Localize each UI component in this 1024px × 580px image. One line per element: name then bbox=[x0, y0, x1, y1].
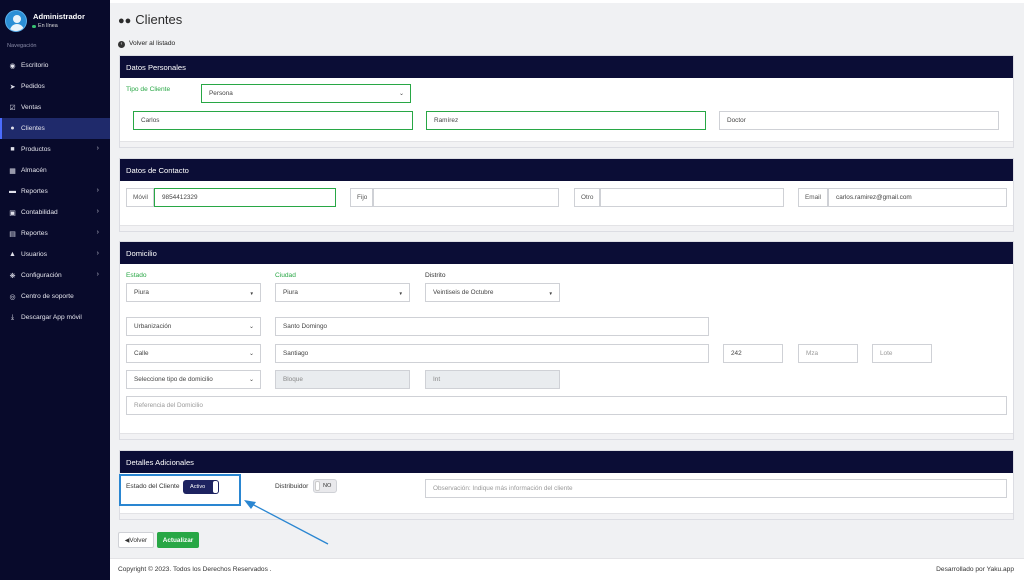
title-input[interactable]: Doctor bbox=[719, 111, 999, 130]
contact-data-header: Datos de Contacto bbox=[120, 159, 1013, 181]
personal-data-card: Datos Personales Tipo de Cliente Persona… bbox=[119, 55, 1014, 148]
paper-plane-icon: ➤ bbox=[9, 83, 16, 91]
user-name: Administrador bbox=[33, 12, 85, 21]
user-status: En línea bbox=[32, 23, 58, 29]
distributor-toggle[interactable]: NO bbox=[313, 479, 337, 493]
district-select[interactable]: Veintiseis de Octubre ▼ bbox=[425, 283, 560, 302]
annotation-highlight-box bbox=[119, 474, 241, 506]
chart-icon: ▤ bbox=[9, 230, 16, 238]
lot-input[interactable]: Lote bbox=[872, 344, 932, 363]
reference-input[interactable]: Referencia del Domicilio bbox=[126, 396, 1007, 415]
update-button[interactable]: Actualizar bbox=[157, 532, 199, 548]
sidebar-item-reportes[interactable]: ▤ Reportes › bbox=[0, 223, 110, 244]
mobile-label: Móvil bbox=[126, 188, 154, 207]
email-label: Email bbox=[798, 188, 828, 207]
box-icon: ■ bbox=[10, 146, 15, 153]
notes-input[interactable]: Observación: Indique más información del… bbox=[425, 479, 1007, 498]
client-type-label: Tipo de Cliente bbox=[126, 86, 171, 93]
sidebar-item-almacen[interactable]: ▦ Almacén bbox=[0, 160, 110, 181]
ledger-icon: ▣ bbox=[9, 209, 16, 217]
chevron-right-icon: › bbox=[96, 229, 99, 236]
chevron-down-icon: ⌄ bbox=[398, 91, 404, 97]
avatar bbox=[5, 10, 27, 32]
last-name-input[interactable]: Ramírez bbox=[426, 111, 706, 130]
street-name-input[interactable]: Santiago bbox=[275, 344, 709, 363]
caret-down-icon: ▼ bbox=[398, 291, 403, 296]
client-type-select[interactable]: Persona ⌄ bbox=[201, 84, 411, 103]
dashboard-icon: ◉ bbox=[9, 62, 16, 70]
warehouse-icon: ▦ bbox=[9, 167, 16, 175]
other-input[interactable] bbox=[600, 188, 784, 207]
credit-text: Desarrollado por Yaku.app bbox=[936, 566, 1014, 573]
sidebar-item-clientes[interactable]: ● Clientes bbox=[0, 118, 110, 139]
back-button[interactable]: ◀ Volver bbox=[118, 532, 154, 548]
chevron-down-icon: ⌄ bbox=[248, 324, 254, 330]
personal-data-header: Datos Personales bbox=[120, 56, 1013, 78]
building-input[interactable]: Bloque bbox=[275, 370, 410, 389]
caret-down-icon: ▼ bbox=[249, 291, 254, 296]
online-dot-icon bbox=[32, 24, 36, 28]
chevron-left-circle-icon: ‹ bbox=[118, 41, 125, 48]
chevron-right-icon: › bbox=[96, 187, 99, 194]
chevron-right-icon: › bbox=[96, 271, 99, 278]
sidebar-item-soporte[interactable]: ◎ Centro de soporte bbox=[0, 286, 110, 307]
mobile-input[interactable]: 9854412329 bbox=[154, 188, 336, 207]
email-input[interactable]: carlos.ramirez@gmail.com bbox=[828, 188, 1007, 207]
district-label: Distrito bbox=[425, 272, 446, 279]
block-input[interactable]: Mza bbox=[798, 344, 858, 363]
user-icon: ▲ bbox=[9, 251, 16, 258]
download-icon: ⤓ bbox=[10, 313, 15, 321]
home-type-select[interactable]: Seleccione tipo de domicilio ⌄ bbox=[126, 370, 261, 389]
truck-icon: ▬ bbox=[9, 188, 16, 195]
zone-name-input[interactable]: Santo Domingo bbox=[275, 317, 709, 336]
phone-label: Fijo bbox=[350, 188, 373, 207]
sidebar-item-configuracion[interactable]: ❋ Configuración › bbox=[0, 265, 110, 286]
zone-type-select[interactable]: Urbanización ⌄ bbox=[126, 317, 261, 336]
copyright-text: Copyright © 2023. Todos los Derechos Res… bbox=[118, 566, 272, 573]
top-bar bbox=[110, 0, 1024, 3]
street-number-input[interactable]: 242 bbox=[723, 344, 783, 363]
state-select[interactable]: Piura ▼ bbox=[126, 283, 261, 302]
sidebar-item-pedidos[interactable]: ➤ Pedidos bbox=[0, 76, 110, 97]
page-title: ●● Clientes bbox=[118, 12, 183, 27]
extra-details-card: Detalles Adicionales Estado del Cliente … bbox=[119, 450, 1014, 520]
chevron-down-icon: ⌄ bbox=[248, 377, 254, 383]
phone-input[interactable] bbox=[373, 188, 559, 207]
sidebar-item-reportes-envios[interactable]: ▬ Reportes › bbox=[0, 181, 110, 202]
interior-input[interactable]: Int bbox=[425, 370, 560, 389]
first-name-input[interactable]: Carlos bbox=[133, 111, 413, 130]
sidebar-item-productos[interactable]: ■ Productos › bbox=[0, 139, 110, 160]
lifebuoy-icon: ◎ bbox=[9, 293, 16, 301]
chevron-right-icon: › bbox=[96, 145, 99, 152]
address-header: Domicilio bbox=[120, 242, 1013, 264]
street-type-select[interactable]: Calle ⌄ bbox=[126, 344, 261, 363]
sidebar-item-escritorio[interactable]: ◉ Escritorio bbox=[0, 55, 110, 76]
extra-details-header: Detalles Adicionales bbox=[120, 451, 1013, 473]
chevron-right-icon: › bbox=[96, 208, 99, 215]
state-label: Estado bbox=[126, 272, 147, 279]
sidebar: Administrador En línea Navegación ◉ Escri… bbox=[0, 0, 110, 580]
chevron-right-icon: › bbox=[96, 250, 99, 257]
cogs-icon: ❋ bbox=[9, 272, 16, 280]
users-icon: ●● bbox=[118, 15, 132, 27]
sidebar-item-usuarios[interactable]: ▲ Usuarios › bbox=[0, 244, 110, 265]
sidebar-item-contabilidad[interactable]: ▣ Contabilidad › bbox=[0, 202, 110, 223]
users-icon: ● bbox=[10, 125, 15, 132]
other-label: Otro bbox=[574, 188, 600, 207]
back-to-list-link[interactable]: ‹ Volver al listado bbox=[118, 40, 175, 48]
contact-data-card: Datos de Contacto Móvil 9854412329 Fijo … bbox=[119, 158, 1014, 232]
sidebar-item-ventas[interactable]: ☑ Ventas bbox=[0, 97, 110, 118]
sidebar-item-descargar-app[interactable]: ⤓ Descargar App móvil bbox=[0, 307, 110, 328]
user-profile[interactable]: Administrador En línea bbox=[5, 10, 105, 34]
check-square-icon: ☑ bbox=[9, 104, 16, 112]
distributor-label: Distribuidor bbox=[275, 483, 309, 490]
nav-section-title: Navegación bbox=[7, 43, 37, 49]
caret-down-icon: ▼ bbox=[548, 291, 553, 296]
address-card: Domicilio Estado Piura ▼ Ciudad Piura ▼ Di… bbox=[119, 241, 1014, 440]
chevron-down-icon: ⌄ bbox=[248, 351, 254, 357]
city-label: Ciudad bbox=[275, 272, 296, 279]
city-select[interactable]: Piura ▼ bbox=[275, 283, 410, 302]
footer: Copyright © 2023. Todos los Derechos Res… bbox=[110, 558, 1024, 580]
